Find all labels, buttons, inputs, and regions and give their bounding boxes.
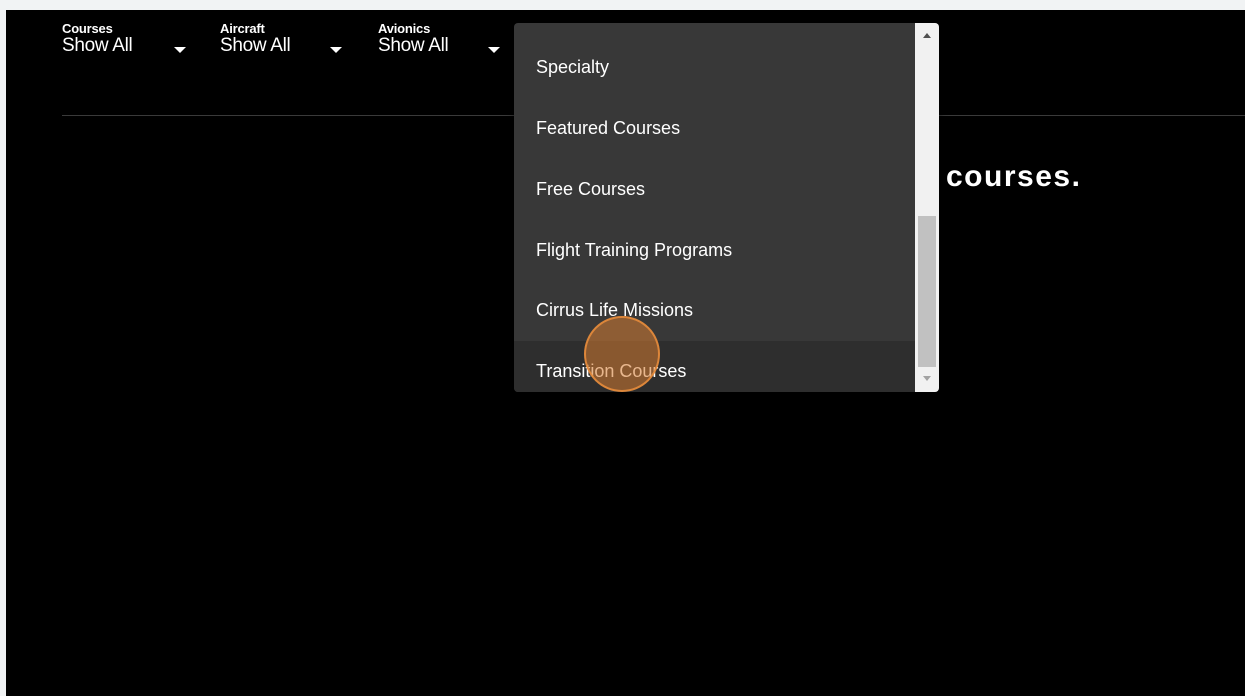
dropdown-scrollbar[interactable] [915,23,939,392]
caret-down-icon[interactable] [330,47,342,53]
dropdown-option-transition-courses[interactable]: Transition Courses [514,341,915,392]
dropdown-option-featured-courses[interactable]: Featured Courses [514,98,915,158]
scroll-down-arrow-icon[interactable] [923,376,931,381]
scrollbar-thumb[interactable] [918,216,936,367]
dropdown-option-cirrus-life-missions[interactable]: Cirrus Life Missions [514,280,915,340]
courses-filter-value: Show All [62,35,133,56]
caret-down-icon[interactable] [174,47,186,53]
dropdown-option-free-courses[interactable]: Free Courses [514,159,915,219]
aircraft-filter-label: Aircraft [220,21,265,36]
dropdown-options-list: Specialty Featured Courses Free Courses … [514,23,915,392]
scroll-up-arrow-icon[interactable] [923,33,931,38]
page-viewport: Courses Show All Aircraft Show All Avion… [6,10,1245,696]
page-heading: courses. [946,160,1082,193]
dropdown-option-specialty[interactable]: Specialty [514,37,915,97]
dropdown-option-flight-training-programs[interactable]: Flight Training Programs [514,220,915,280]
caret-down-icon[interactable] [488,47,500,53]
courses-filter-label: Courses [62,21,113,36]
avionics-filter[interactable]: Avionics Show All [378,21,500,56]
avionics-filter-label: Avionics [378,21,431,36]
courses-filter[interactable]: Courses Show All [62,21,186,56]
category-dropdown-menu[interactable]: Specialty Featured Courses Free Courses … [514,23,939,392]
aircraft-filter-value: Show All [220,35,291,56]
avionics-filter-value: Show All [378,35,449,56]
aircraft-filter[interactable]: Aircraft Show All [220,21,342,56]
